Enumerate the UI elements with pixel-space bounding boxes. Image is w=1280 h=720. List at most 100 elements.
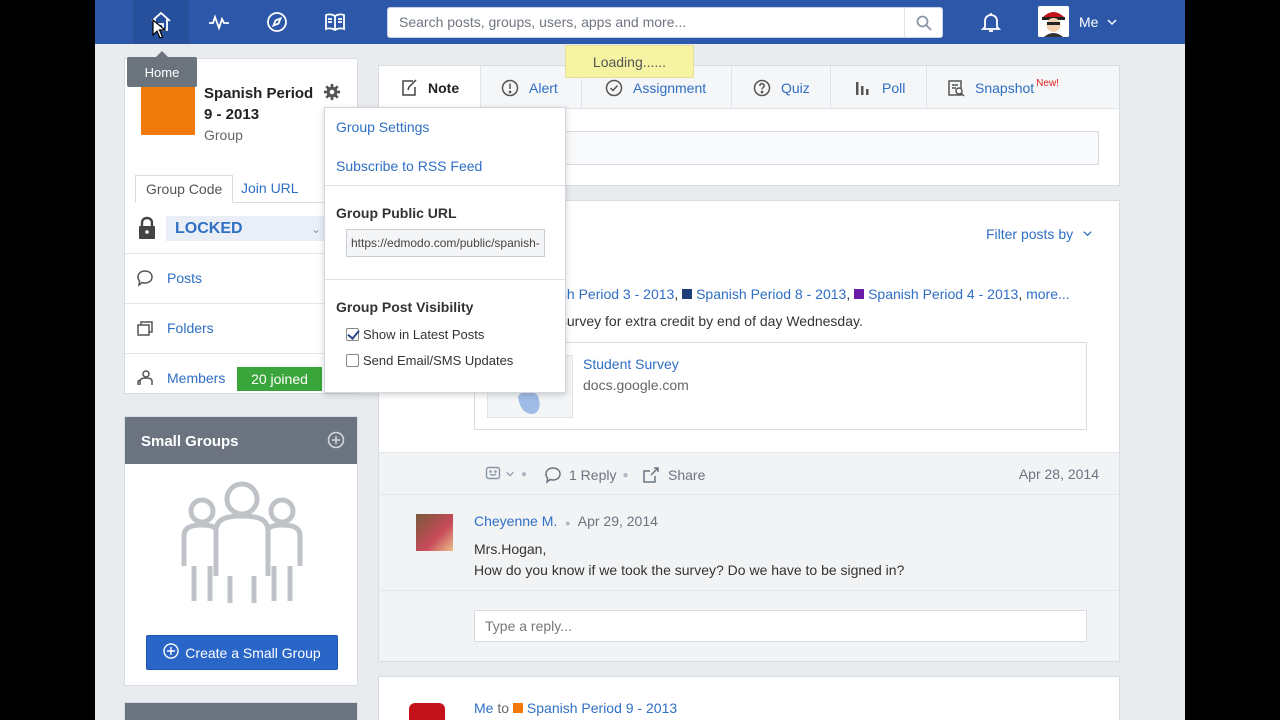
checkbox-label: Send Email/SMS Updates (363, 353, 514, 368)
group-info-card: Spanish Period 9 - 2013 Group Group Code… (124, 58, 359, 394)
filter-posts-dropdown[interactable]: Filter posts by (986, 226, 1093, 242)
checkbox-label: Show in Latest Posts (363, 327, 485, 342)
group-color-swatch (854, 289, 865, 299)
recipient-link[interactable]: Spanish Period 9 - 2013 (527, 700, 677, 716)
post-action-bar: ● 1 Reply ● Share Apr 28, 2014 (379, 452, 1119, 494)
alert-icon (501, 79, 519, 96)
commenter-name[interactable]: Cheyenne M. (474, 513, 557, 529)
tab-snapshot[interactable]: Snapshot New! (927, 66, 1119, 109)
add-circle-icon[interactable] (327, 431, 345, 453)
locked-label: LOCKED (175, 220, 243, 237)
mouse-pointer-icon (152, 18, 167, 42)
tab-snapshot-label: Snapshot (975, 79, 1035, 96)
sidebar-item-label: Members (167, 370, 226, 386)
share-button[interactable]: Share (642, 466, 705, 484)
small-groups-card: Small Groups Create a Small Group (124, 416, 358, 686)
tab-poll[interactable]: Poll (831, 66, 927, 109)
create-small-group-label: Create a Small Group (185, 644, 321, 661)
loading-indicator: Loading...... (565, 45, 694, 78)
book-icon[interactable] (307, 0, 363, 44)
post-body: s survey for extra credit by end of day … (549, 313, 863, 329)
group-code-locked-dropdown[interactable]: LOCKED ⌄ (166, 216, 324, 241)
separator-dot: ● (521, 468, 528, 480)
send-updates-option[interactable]: Send Email/SMS Updates (346, 353, 513, 368)
note-icon (402, 79, 417, 96)
reaction-button[interactable]: ● (485, 466, 533, 482)
filter-label: Filter posts by (985, 226, 1074, 242)
chevron-down-icon (1107, 18, 1117, 25)
small-groups-header: Small Groups (125, 417, 357, 464)
show-latest-posts-checkbox[interactable] (346, 328, 359, 341)
separator-dot: ● (565, 518, 571, 528)
show-latest-posts-option[interactable]: Show in Latest Posts (346, 327, 484, 342)
send-updates-checkbox[interactable] (346, 354, 359, 367)
members-joined-badge: 20 joined (237, 367, 322, 391)
chevron-down-icon (1083, 231, 1092, 237)
add-circle-icon (163, 643, 179, 662)
next-sidebar-card (124, 702, 358, 720)
note-input[interactable] (549, 131, 1099, 165)
snapshot-icon (948, 79, 965, 97)
post-date: Apr 28, 2014 (1018, 466, 1099, 482)
post-author[interactable]: Me (474, 700, 493, 716)
poll-icon (856, 81, 869, 95)
link-title[interactable]: Student Survey (583, 356, 679, 372)
reply-button[interactable]: 1 Reply ● (544, 466, 635, 484)
divider (325, 185, 565, 186)
folder-icon (136, 319, 154, 340)
composer-tabs: Note Alert Assignment Quiz Poll Snapshot (379, 66, 1119, 110)
tab-quiz[interactable]: Quiz (732, 66, 831, 109)
search-box[interactable] (387, 7, 943, 38)
search-icon (916, 15, 932, 31)
notifications-bell-icon[interactable] (963, 0, 1019, 44)
group-public-url-heading: Group Public URL (336, 205, 457, 221)
user-menu[interactable]: Me (1038, 6, 1118, 37)
share-icon (643, 467, 659, 483)
search-input[interactable] (399, 14, 899, 30)
comment: Cheyenne M. ● Apr 29, 2014 Mrs.Hogan, Ho… (379, 494, 1119, 590)
top-navigation-bar: Me (95, 0, 1185, 44)
group-title: Spanish Period 9 - 2013 (204, 85, 314, 123)
comment-line: Mrs.Hogan, (474, 541, 547, 557)
comment-date: Apr 29, 2014 (577, 513, 658, 529)
app-window: Me Spanish Period 9 - 2013 Group Group C… (95, 0, 1185, 720)
recipient-link[interactable]: Spanish Period 8 - 2013 (696, 286, 846, 302)
recipient-link[interactable]: Spanish Period 4 - 2013 (868, 286, 1018, 302)
tab-quiz-label: Quiz (781, 79, 810, 96)
compass-icon[interactable] (249, 0, 305, 44)
home-tooltip: Home (127, 51, 197, 87)
post-recipients: Me to Spanish Period 9 - 2013 (474, 700, 677, 716)
small-groups-title: Small Groups (141, 433, 239, 450)
activity-icon[interactable] (191, 0, 247, 44)
reaction-icon (485, 466, 501, 480)
group-public-url-field[interactable] (346, 229, 545, 257)
group-color-swatch (682, 289, 693, 299)
comment-text: Mrs.Hogan, How do you know if we took th… (474, 539, 904, 581)
tab-note[interactable]: Note (379, 66, 481, 110)
group-type: Group (204, 127, 243, 143)
user-avatar (1038, 6, 1069, 37)
recipient-link[interactable]: nish Period 3 - 2013 (549, 286, 674, 302)
more-recipients-link[interactable]: more... (1026, 286, 1070, 302)
separator-dot: ● (622, 469, 629, 481)
new-badge: New! (1036, 78, 1059, 89)
share-label: Share (668, 467, 706, 483)
tab-join-url[interactable]: Join URL (231, 175, 309, 203)
reply-count: 1 Reply (569, 467, 617, 483)
link-url: docs.google.com (583, 377, 689, 393)
tab-poll-label: Poll (882, 79, 906, 96)
menu-item-subscribe-rss[interactable]: Subscribe to RSS Feed (336, 158, 482, 174)
sidebar-item-label: Folders (167, 320, 214, 336)
sidebar-item-label: Posts (167, 270, 203, 286)
tab-group-code[interactable]: Group Code (135, 175, 234, 203)
gear-icon[interactable] (323, 83, 341, 104)
search-button[interactable] (904, 8, 942, 37)
reply-input[interactable] (474, 610, 1087, 642)
user-avatar (409, 703, 445, 720)
chevron-down-icon: ⌄ (310, 222, 321, 236)
menu-item-group-settings[interactable]: Group Settings (336, 119, 429, 135)
create-small-group-button[interactable]: Create a Small Group (146, 635, 338, 670)
to-label: to (497, 700, 510, 716)
user-label: Me (1079, 13, 1099, 30)
post-recipients: nish Period 3 - 2013, Spanish Period 8 -… (549, 286, 1070, 302)
